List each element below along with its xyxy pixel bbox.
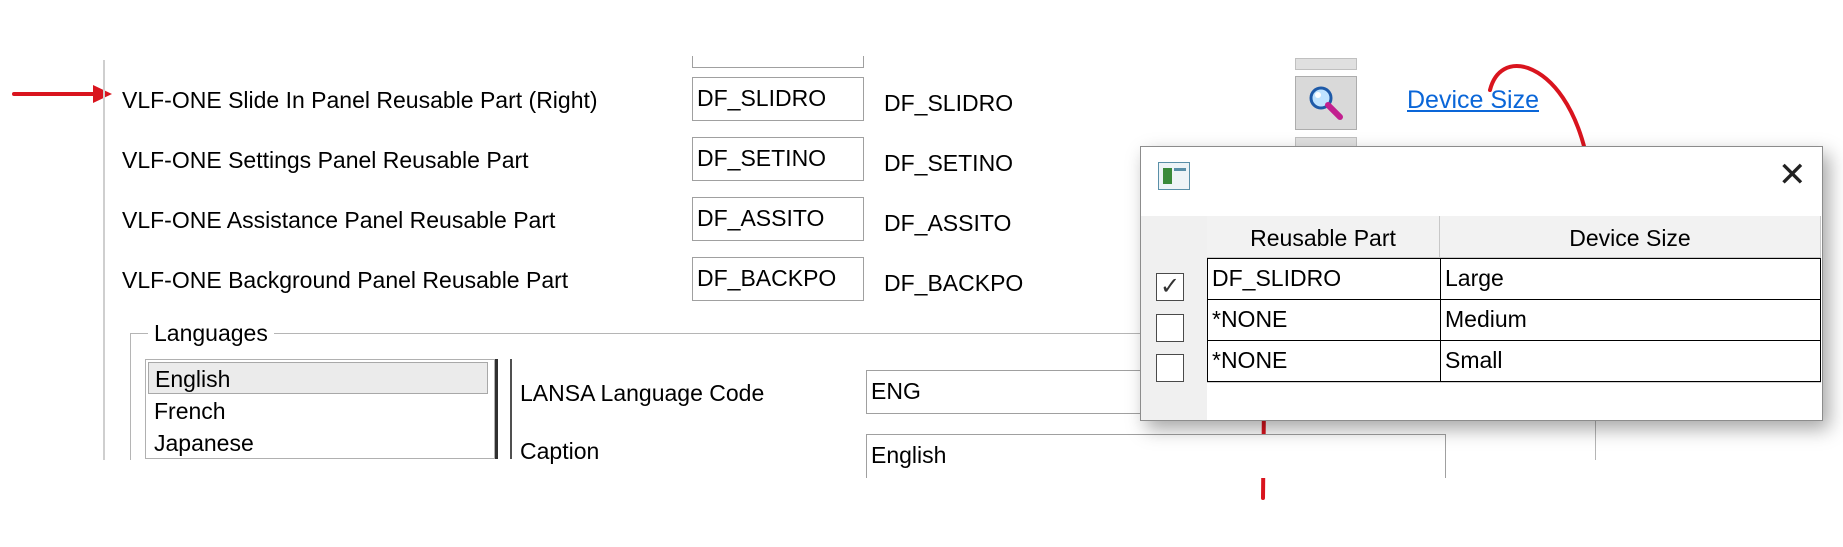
settings-value: DF_SETINO <box>884 150 1014 176</box>
search-button[interactable] <box>1295 76 1357 130</box>
languages-group-title: Languages <box>148 320 274 347</box>
grid-empty-area <box>1207 382 1821 421</box>
close-icon[interactable]: ✕ <box>1778 158 1807 192</box>
language-code-input[interactable]: ENG <box>866 370 1166 414</box>
row-label-slide-in: VLF-ONE Slide In Panel Reusable Part (Ri… <box>122 87 598 113</box>
group-border-top <box>130 333 1140 334</box>
assistance-value: DF_ASSITO <box>884 210 1012 236</box>
column-header-device-size[interactable]: Device Size <box>1440 216 1821 258</box>
row-label-assistance: VLF-ONE Assistance Panel Reusable Part <box>122 207 556 233</box>
group-divider <box>1595 420 1596 460</box>
row-label-settings: VLF-ONE Settings Panel Reusable Part <box>122 147 529 173</box>
row-checkbox[interactable] <box>1156 314 1184 342</box>
caption-input[interactable]: English <box>866 434 1446 478</box>
settings-input[interactable]: DF_SETINO <box>692 137 864 181</box>
background-input[interactable]: DF_BACKPO <box>692 257 864 301</box>
row-checkbox[interactable]: ✓ <box>1156 273 1184 301</box>
row-label-background: VLF-ONE Background Panel Reusable Part <box>122 267 569 293</box>
caption-label: Caption <box>520 438 600 464</box>
row-checkbox[interactable] <box>1156 354 1184 382</box>
language-item-japanese[interactable]: Japanese <box>148 430 488 457</box>
slide-in-value: DF_SLIDRO <box>884 90 1014 116</box>
splitter <box>510 359 512 459</box>
red-arrow-icon <box>12 85 112 103</box>
cell-device-size[interactable]: Medium <box>1440 299 1821 341</box>
cell-reusable-part[interactable]: *NONE <box>1207 340 1441 382</box>
cell-device-size[interactable]: Large <box>1440 258 1821 300</box>
column-header-reusable-part[interactable]: Reusable Part <box>1207 216 1440 258</box>
button-stub <box>1295 58 1357 70</box>
cell-reusable-part[interactable]: *NONE <box>1207 299 1441 341</box>
splitter[interactable] <box>495 359 498 459</box>
cell-device-size[interactable]: Small <box>1440 340 1821 382</box>
window-icon <box>1158 162 1190 190</box>
group-border-left <box>130 333 131 460</box>
languages-list[interactable]: English French Japanese <box>145 359 495 459</box>
panel-left-border <box>103 60 105 460</box>
background-value: DF_BACKPO <box>884 270 1024 296</box>
language-item-french[interactable]: French <box>148 398 488 425</box>
assistance-input[interactable]: DF_ASSITO <box>692 197 864 241</box>
cell-reusable-part[interactable]: DF_SLIDRO <box>1207 258 1441 300</box>
device-size-link[interactable]: Device Size <box>1407 86 1539 115</box>
language-item-english[interactable]: English <box>148 362 488 394</box>
slide-in-input[interactable]: DF_SLIDRO <box>692 77 864 121</box>
search-icon <box>1309 86 1343 120</box>
language-code-label: LANSA Language Code <box>520 380 765 406</box>
input-stub <box>692 56 864 68</box>
